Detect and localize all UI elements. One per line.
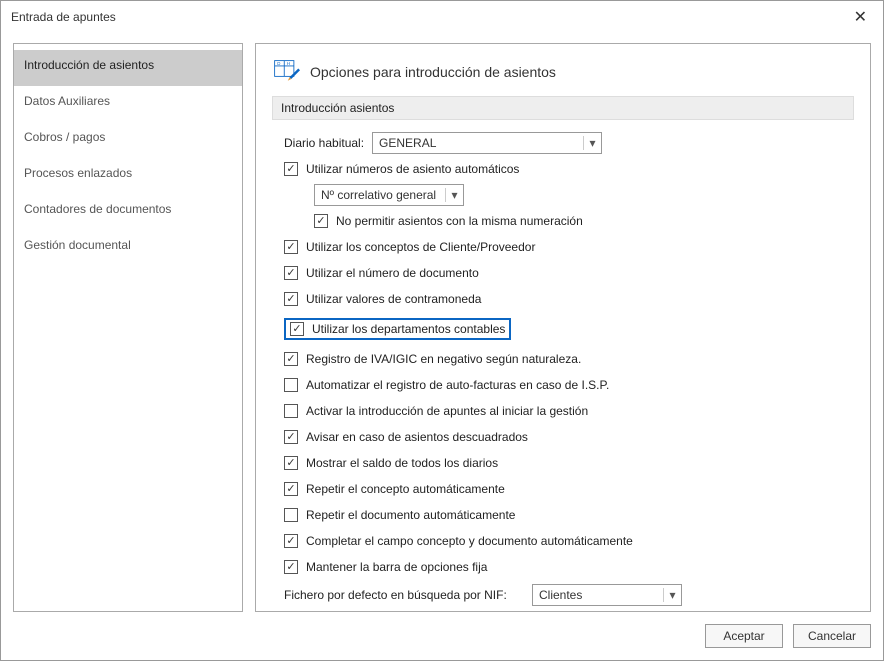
page-title: Opciones para introducción de asientos (310, 64, 556, 80)
check-row-num_doc: Utilizar el número de documento (284, 262, 850, 284)
sidebar-item-4[interactable]: Contadores de documentos (14, 194, 242, 230)
checkbox-contramoneda[interactable] (284, 292, 298, 306)
window-title: Entrada de apuntes (11, 10, 116, 24)
checkbox-conceptos_cli[interactable] (284, 240, 298, 254)
checkbox-label-iva_igic: Registro de IVA/IGIC en negativo según n… (306, 352, 581, 366)
fichero-label: Fichero por defecto en búsqueda por NIF: (284, 588, 524, 602)
dialog-body: Introducción de asientosDatos Auxiliares… (1, 31, 883, 612)
check-row-mostrar_saldo: Mostrar el saldo de todos los diarios (284, 452, 850, 474)
checkbox-label-activar_intro: Activar la introducción de apuntes al in… (306, 404, 588, 418)
checkbox-label-autofacturas: Automatizar el registro de auto-facturas… (306, 378, 609, 392)
checkbox-mantener_barra[interactable] (284, 560, 298, 574)
checkbox-deptos[interactable] (290, 322, 304, 336)
checkbox-label-repetir_concepto: Repetir el concepto automáticamente (306, 482, 505, 496)
checkbox-iva_igic[interactable] (284, 352, 298, 366)
check-row-avisar_desc: Avisar en caso de asientos descuadrados (284, 426, 850, 448)
form-area: Diario habitual: GENERAL ▾ Utilizar núme… (272, 132, 854, 612)
entry-options-icon: D H (272, 58, 300, 86)
checkbox-mostrar_saldo[interactable] (284, 456, 298, 470)
check-row-no_permitir: No permitir asientos con la misma numera… (284, 210, 850, 232)
checkbox-label-contramoneda: Utilizar valores de contramoneda (306, 292, 481, 306)
svg-text:H: H (287, 61, 290, 66)
checkbox-label-repetir_doc: Repetir el documento automáticamente (306, 508, 515, 522)
sidebar-item-2[interactable]: Cobros / pagos (14, 122, 242, 158)
check-row-iva_igic: Registro de IVA/IGIC en negativo según n… (284, 348, 850, 370)
main-panel: D H Opciones para introducción de asient… (255, 43, 871, 612)
sidebar: Introducción de asientosDatos Auxiliares… (13, 43, 243, 612)
diario-row: Diario habitual: GENERAL ▾ (284, 132, 850, 154)
check-row-conceptos_cli: Utilizar los conceptos de Cliente/Provee… (284, 236, 850, 258)
fichero-select[interactable]: Clientes ▾ (532, 584, 682, 606)
checkbox-auto_num[interactable] (284, 162, 298, 176)
cancel-button[interactable]: Cancelar (793, 624, 871, 648)
check-row-completar_campo: Completar el campo concepto y documento … (284, 530, 850, 552)
checkbox-label-avisar_desc: Avisar en caso de asientos descuadrados (306, 430, 528, 444)
checkbox-label-conceptos_cli: Utilizar los conceptos de Cliente/Provee… (306, 240, 535, 254)
checkbox-label-num_doc: Utilizar el número de documento (306, 266, 479, 280)
fichero-value: Clientes (533, 588, 663, 602)
correlativo-select[interactable]: Nº correlativo general ▾ (314, 184, 464, 206)
titlebar: Entrada de apuntes ✕ (1, 1, 883, 31)
checkbox-label-deptos: Utilizar los departamentos contables (312, 322, 505, 336)
checkbox-label-mostrar_saldo: Mostrar el saldo de todos los diarios (306, 456, 498, 470)
cancel-label: Cancelar (808, 629, 856, 643)
accept-button[interactable]: Aceptar (705, 624, 783, 648)
chevron-down-icon: ▾ (583, 136, 601, 150)
checkbox-num_doc[interactable] (284, 266, 298, 280)
correlativo-row: Nº correlativo general ▾ (284, 184, 850, 206)
check-row-contramoneda: Utilizar valores de contramoneda (284, 288, 850, 310)
sidebar-item-0[interactable]: Introducción de asientos (14, 50, 242, 86)
chevron-down-icon: ▾ (445, 188, 463, 202)
sidebar-item-5[interactable]: Gestión documental (14, 230, 242, 266)
check-row-auto_num: Utilizar números de asiento automáticos (284, 158, 850, 180)
fichero-row: Fichero por defecto en búsqueda por NIF:… (284, 584, 850, 606)
checkbox-avisar_desc[interactable] (284, 430, 298, 444)
main-header: D H Opciones para introducción de asient… (272, 58, 854, 86)
checkbox-label-no_permitir: No permitir asientos con la misma numera… (336, 214, 583, 228)
checkbox-autofacturas[interactable] (284, 378, 298, 392)
footer: Aceptar Cancelar (1, 612, 883, 660)
diario-select[interactable]: GENERAL ▾ (372, 132, 602, 154)
section-header: Introducción asientos (272, 96, 854, 120)
checkbox-label-auto_num: Utilizar números de asiento automáticos (306, 162, 519, 176)
sidebar-item-3[interactable]: Procesos enlazados (14, 158, 242, 194)
dialog-window: Entrada de apuntes ✕ Introducción de asi… (0, 0, 884, 661)
diario-label: Diario habitual: (284, 136, 364, 150)
chevron-down-icon: ▾ (663, 588, 681, 602)
sidebar-item-1[interactable]: Datos Auxiliares (14, 86, 242, 122)
check-row-repetir_concepto: Repetir el concepto automáticamente (284, 478, 850, 500)
checkbox-label-mantener_barra: Mantener la barra de opciones fija (306, 560, 487, 574)
check-row-autofacturas: Automatizar el registro de auto-facturas… (284, 374, 850, 396)
checkbox-no_permitir[interactable] (314, 214, 328, 228)
correlativo-value: Nº correlativo general (315, 188, 445, 202)
diario-value: GENERAL (373, 136, 583, 150)
check-row-activar_intro: Activar la introducción de apuntes al in… (284, 400, 850, 422)
check-row-repetir_doc: Repetir el documento automáticamente (284, 504, 850, 526)
check-row-deptos: Utilizar los departamentos contables (284, 318, 511, 340)
svg-text:D: D (277, 61, 280, 66)
check-row-mantener_barra: Mantener la barra de opciones fija (284, 556, 850, 578)
checkbox-label-completar_campo: Completar el campo concepto y documento … (306, 534, 633, 548)
close-icon[interactable]: ✕ (848, 7, 873, 27)
checkbox-activar_intro[interactable] (284, 404, 298, 418)
checkbox-repetir_doc[interactable] (284, 508, 298, 522)
checkbox-repetir_concepto[interactable] (284, 482, 298, 496)
accept-label: Aceptar (723, 629, 764, 643)
checkbox-completar_campo[interactable] (284, 534, 298, 548)
